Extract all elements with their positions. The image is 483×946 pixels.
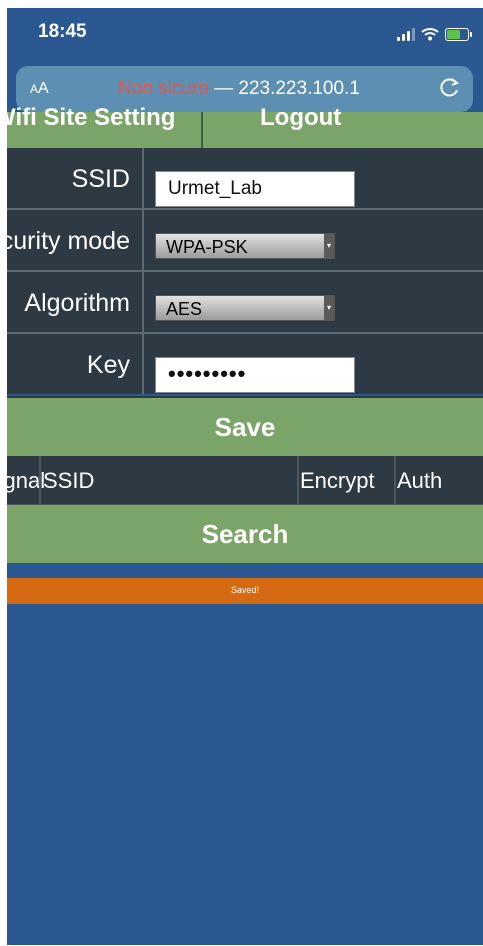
status-icons	[397, 26, 472, 42]
algorithm-row: Algorithm AES ▾	[7, 272, 483, 334]
spacer-band	[7, 565, 483, 578]
key-label: Key	[86, 351, 130, 379]
column-divider	[142, 210, 144, 270]
security-mode-label: Security mode	[7, 227, 130, 255]
clock: 18:45	[38, 21, 87, 42]
security-warning: Non sicuro	[118, 78, 209, 99]
ssid-input[interactable]: Urmet_Lab	[155, 171, 355, 207]
status-bar: 18:45	[7, 8, 483, 58]
logout-tab[interactable]: Logout	[260, 104, 341, 132]
wifi-site-setting-tab[interactable]: Wifi Site Setting	[7, 104, 175, 132]
header-tabs: Wifi Site Setting Logout	[7, 104, 483, 150]
security-mode-row: Security mode WPA-PSK ▾	[7, 210, 483, 272]
column-divider	[394, 456, 396, 504]
tab-divider	[201, 112, 203, 148]
dropdown-arrow-icon: ▾	[324, 296, 334, 320]
security-mode-value: WPA-PSK	[166, 237, 248, 257]
status-message-bar: Saved!	[7, 578, 483, 604]
ssid-row: SSID Urmet_Lab	[7, 148, 483, 210]
algorithm-value: AES	[166, 299, 203, 319]
save-button[interactable]: Save	[7, 396, 483, 456]
ssid-label: SSID	[71, 165, 130, 193]
column-header-auth: Auth	[397, 468, 443, 493]
column-header-encrypt: Encrypt	[300, 468, 375, 493]
column-header-ssid: SSID	[43, 468, 95, 493]
phone-screen: 18:45 AA Non sicuro — 223.223.100.1 Wifi	[7, 8, 483, 945]
column-divider	[39, 456, 41, 504]
search-button[interactable]: Search	[7, 505, 483, 563]
url-host: 223.223.100.1	[238, 78, 360, 99]
status-message: Saved!	[230, 585, 260, 595]
key-password-input[interactable]: •••••••••	[155, 357, 355, 393]
column-divider	[297, 456, 299, 504]
column-divider	[142, 148, 144, 208]
algorithm-select[interactable]: AES ▾	[155, 295, 335, 321]
cellular-signal-icon	[397, 27, 415, 41]
algorithm-label: Algorithm	[24, 289, 130, 317]
security-mode-select[interactable]: WPA-PSK ▾	[155, 233, 335, 259]
dropdown-arrow-icon: ▾	[324, 234, 334, 258]
text-size-button[interactable]: AA	[30, 80, 49, 98]
battery-icon	[445, 27, 472, 41]
column-divider	[142, 334, 144, 394]
key-row: Key •••••••••	[7, 334, 483, 394]
url-display[interactable]: Non sicuro — 223.223.100.1	[118, 78, 360, 100]
reload-icon[interactable]	[437, 74, 463, 100]
column-divider	[142, 272, 144, 332]
results-table-header: Signal SSID Encrypt Auth	[7, 456, 483, 506]
url-separator: —	[208, 78, 239, 99]
wifi-settings-form: SSID Urmet_Lab Security mode WPA-PSK ▾ A…	[7, 148, 483, 394]
wifi-icon	[421, 28, 439, 41]
